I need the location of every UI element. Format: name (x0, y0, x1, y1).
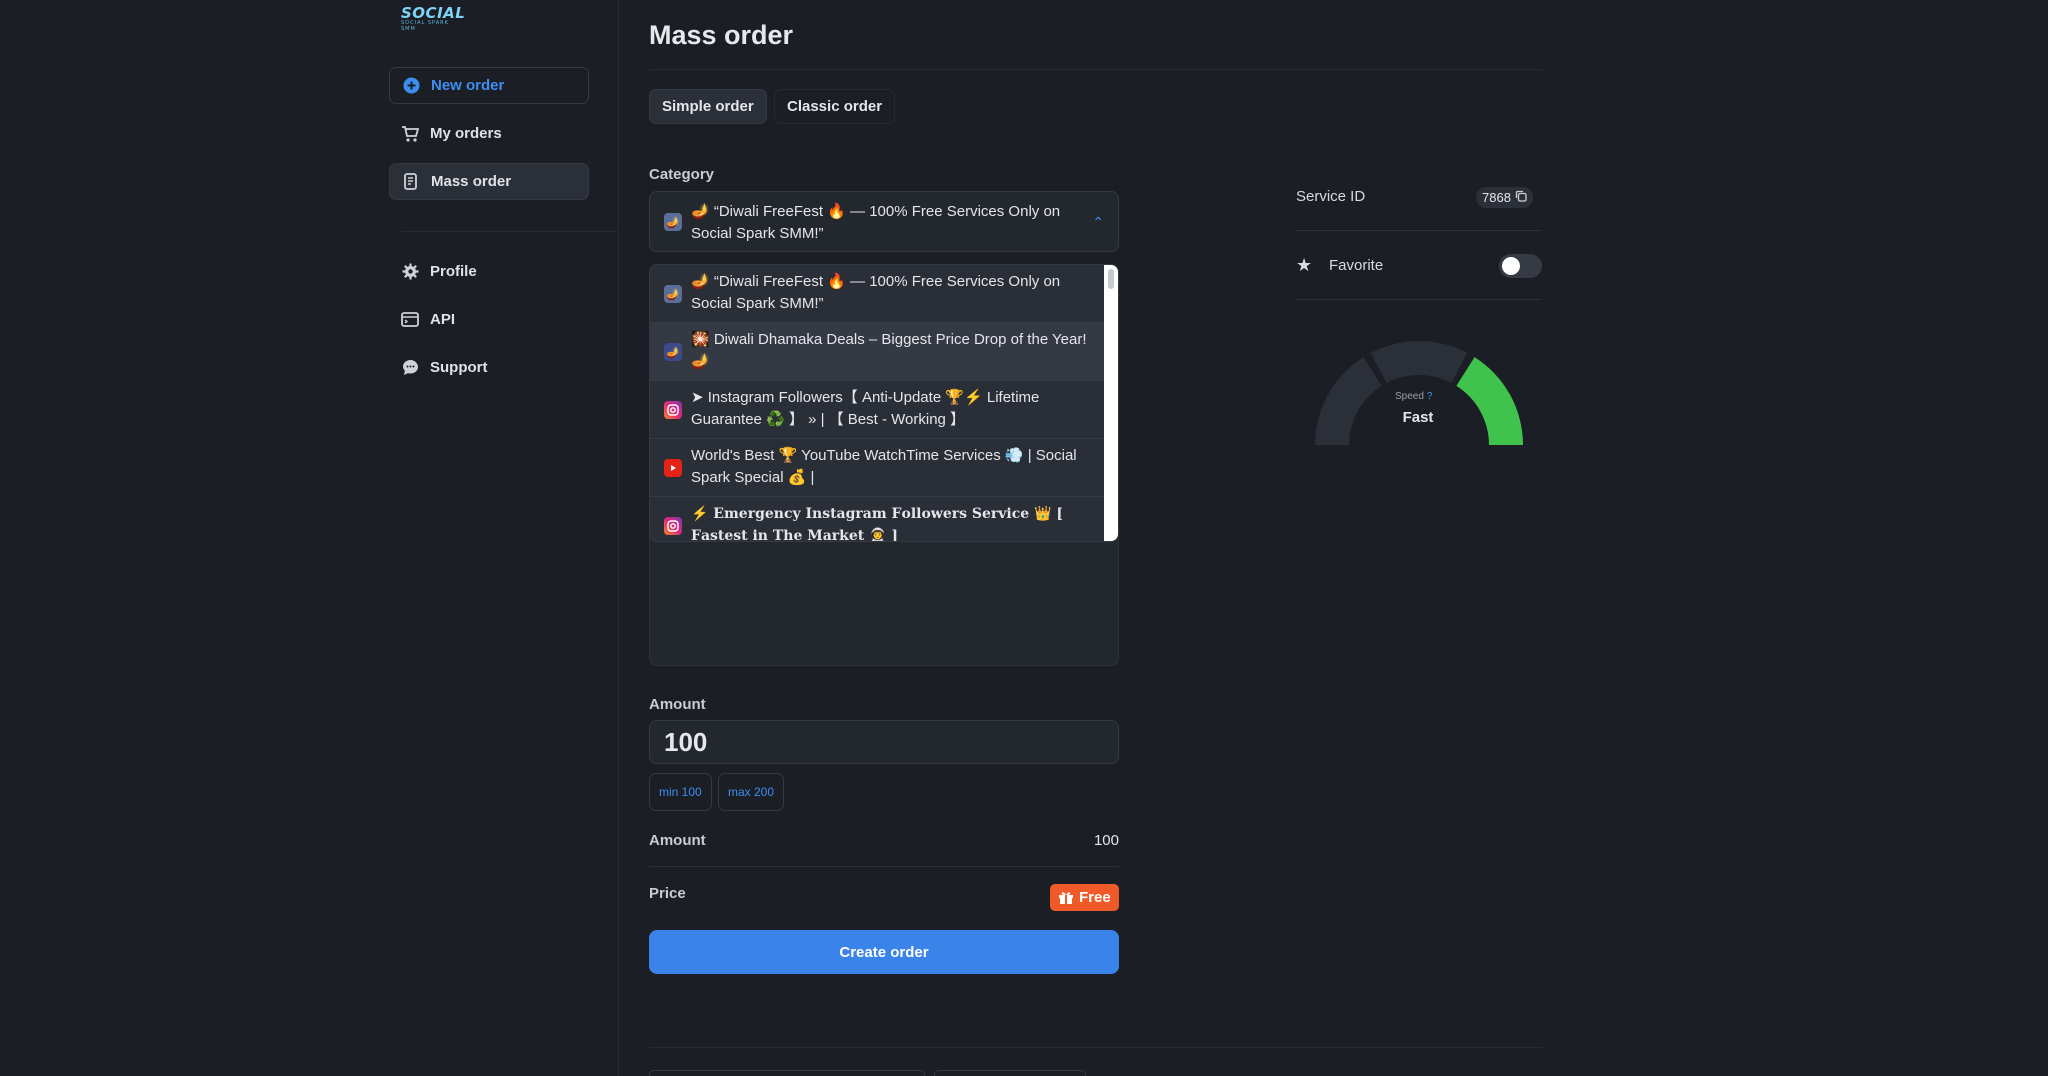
instagram-icon (664, 401, 682, 419)
service-id-label: Service ID (1296, 188, 1366, 205)
sidebar-item-label: Support (430, 359, 488, 376)
speed-gauge (1315, 341, 1523, 445)
dropdown-option[interactable]: 🪔 🪔 “Diwali FreeFest 🔥 — 100% Free Servi… (650, 265, 1105, 323)
youtube-icon (664, 459, 682, 477)
bottom-tab[interactable] (934, 1070, 1086, 1076)
logo[interactable]: SOCIAL SOCIAL SPARK SMM (401, 4, 466, 34)
min-chip[interactable]: min 100 (649, 773, 712, 811)
dropdown-option-label: ⚡ 𝐄𝐦𝐞𝐫𝐠𝐞𝐧𝐜𝐲 𝐈𝐧𝐬𝐭𝐚𝐠𝐫𝐚𝐦 𝐅𝐨𝐥𝐥𝐨𝐰𝐞𝐫𝐬 𝐒𝐞𝐫𝐯𝐢𝐜𝐞 … (691, 506, 1063, 542)
summary-amount-label: Amount (649, 832, 706, 849)
plus-circle-icon (402, 77, 420, 95)
summary-amount-value: 100 (1093, 832, 1119, 849)
sidebar: SOCIAL SOCIAL SPARK SMM New order My ord… (0, 0, 619, 1076)
dropdown-option[interactable]: 🪔 🎇 Diwali Dhamaka Deals – Biggest Price… (650, 323, 1105, 381)
gift-icon (1058, 890, 1074, 905)
right-divider (1296, 299, 1542, 300)
sidebar-item-label: Profile (430, 263, 477, 280)
scrollbar-thumb[interactable] (1108, 269, 1114, 289)
favorite-toggle[interactable] (1499, 254, 1542, 278)
title-divider (649, 69, 1542, 70)
service-id-badge[interactable]: 7868 (1476, 187, 1533, 208)
tab-simple-order[interactable]: Simple order (649, 89, 767, 124)
cart-icon (401, 125, 419, 143)
sidebar-item-new-order[interactable]: New order (389, 67, 589, 104)
category-label: Category (649, 166, 715, 183)
chat-bubble-icon (401, 359, 419, 377)
sidebar-item-label: API (430, 311, 456, 328)
dropdown-option-label: World's Best 🏆 YouTube WatchTime Service… (691, 447, 1077, 486)
bottom-tab[interactable] (649, 1070, 925, 1076)
sidebar-item-label: Mass order (431, 173, 512, 190)
dropdown-option-label: 🎇 Diwali Dhamaka Deals – Biggest Price D… (691, 331, 1087, 370)
dropdown-option-label: ➤ Instagram Followers【 Anti-Update 🏆⚡ Li… (691, 389, 1040, 428)
amount-label: Amount (649, 696, 706, 713)
category-select[interactable]: 🪔 🪔 “Diwali FreeFest 🔥 — 100% Free Servi… (649, 191, 1119, 252)
sidebar-item-my-orders[interactable]: My orders (389, 115, 589, 152)
instagram-icon (664, 517, 682, 535)
service-id-value: 7868 (1482, 190, 1511, 205)
diwali-icon: 🪔 (664, 343, 682, 361)
gauge-segment-active (1456, 357, 1523, 445)
category-selected-value: 🪔 “Diwali FreeFest 🔥 — 100% Free Service… (691, 203, 1061, 242)
toggle-knob (1502, 257, 1520, 275)
right-divider (1296, 230, 1542, 231)
dropdown-option[interactable]: World's Best 🏆 YouTube WatchTime Service… (650, 439, 1105, 497)
sidebar-item-label: My orders (430, 125, 502, 142)
copy-icon[interactable] (1515, 190, 1527, 205)
tab-classic-order[interactable]: Classic order (774, 89, 896, 124)
gauge-segment (1315, 357, 1382, 445)
gear-icon (401, 263, 419, 281)
favorite-label: Favorite (1329, 257, 1384, 274)
category-dropdown: 🪔 🪔 “Diwali FreeFest 🔥 — 100% Free Servi… (649, 264, 1119, 542)
price-badge: Free (1050, 884, 1119, 911)
max-chip[interactable]: max 200 (718, 773, 785, 811)
dropdown-option-label: 🪔 “Diwali FreeFest 🔥 — 100% Free Service… (691, 273, 1061, 312)
diwali-icon: 🪔 (664, 213, 682, 231)
speed-label: Speed? (1395, 391, 1432, 402)
sidebar-item-mass-order[interactable]: Mass order (389, 163, 589, 200)
dropdown-scrollbar[interactable] (1104, 265, 1118, 541)
page-title: Mass order (649, 20, 794, 50)
dropdown-option[interactable]: ⚡ 𝐄𝐦𝐞𝐫𝐠𝐞𝐧𝐜𝐲 𝐈𝐧𝐬𝐭𝐚𝐠𝐫𝐚𝐦 𝐅𝐨𝐥𝐥𝐨𝐰𝐞𝐫𝐬 𝐒𝐞𝐫𝐯𝐢𝐜𝐞 … (650, 497, 1105, 542)
create-order-button[interactable]: Create order (649, 930, 1119, 974)
sidebar-item-api[interactable]: API (389, 301, 589, 338)
chevron-up-icon: ⌃ (1092, 214, 1104, 230)
speed-label-text: Speed (1395, 391, 1424, 402)
amount-input[interactable] (649, 720, 1119, 764)
summary-divider (649, 866, 1119, 867)
speed-value: Fast (1402, 409, 1434, 426)
dropdown-option[interactable]: ➤ Instagram Followers【 Anti-Update 🏆⚡ Li… (650, 381, 1105, 439)
diwali-icon: 🪔 (664, 285, 682, 303)
sidebar-item-label: New order (431, 77, 505, 94)
terminal-icon (401, 311, 419, 329)
gauge-segment (1370, 341, 1468, 384)
document-icon (402, 173, 420, 191)
sidebar-item-profile[interactable]: Profile (389, 253, 589, 290)
sidebar-divider (401, 231, 619, 232)
logo-text: SOCIAL (401, 4, 466, 22)
star-icon: ★ (1296, 255, 1313, 275)
sidebar-item-support[interactable]: Support (389, 349, 589, 386)
price-value: Free (1079, 889, 1111, 906)
help-icon[interactable]: ? (1427, 391, 1433, 402)
bottom-divider (649, 1047, 1542, 1048)
price-label: Price (649, 885, 686, 902)
